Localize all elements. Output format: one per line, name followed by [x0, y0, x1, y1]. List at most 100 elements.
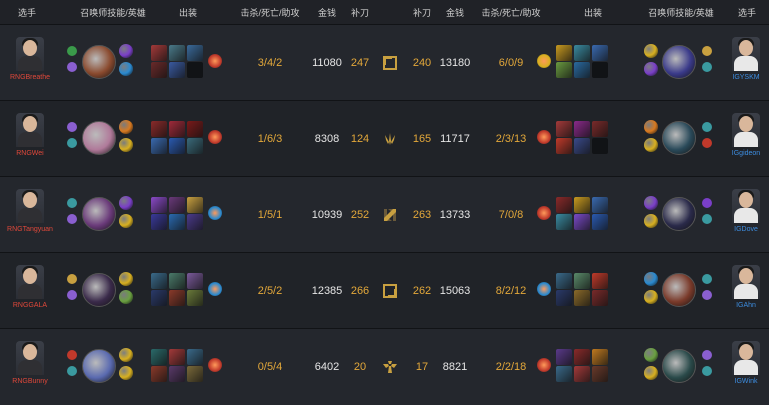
item-slot-5-icon[interactable] [574, 290, 590, 306]
item-slot-6-icon[interactable] [592, 62, 608, 78]
item-slot-5-icon[interactable] [169, 138, 185, 154]
item-slot-2-icon[interactable] [169, 197, 185, 213]
trinket-icon[interactable] [537, 54, 551, 68]
item-slot-3-icon[interactable] [187, 349, 203, 365]
item-slot-3-icon[interactable] [187, 45, 203, 61]
item-slot-4-icon[interactable] [556, 62, 572, 78]
summoner-spell-f-icon[interactable] [119, 214, 133, 228]
item-slot-2-icon[interactable] [169, 273, 185, 289]
champion-portrait-icon[interactable] [662, 45, 696, 79]
item-slot-2-icon[interactable] [574, 197, 590, 213]
item-slot-4-icon[interactable] [151, 290, 167, 306]
summoner-spell-d-icon[interactable] [644, 120, 658, 134]
summoner-spell-f-icon[interactable] [644, 62, 658, 76]
item-slot-3-icon[interactable] [187, 121, 203, 137]
champion-portrait-icon[interactable] [82, 273, 116, 307]
right-player[interactable]: IGAhn [716, 265, 769, 309]
champion-portrait-icon[interactable] [82, 349, 116, 383]
trinket-icon[interactable] [208, 54, 222, 68]
item-slot-5-icon[interactable] [169, 290, 185, 306]
summoner-spell-d-icon[interactable] [119, 272, 133, 286]
item-slot-5-icon[interactable] [169, 62, 185, 78]
item-slot-1-icon[interactable] [556, 273, 572, 289]
item-slot-3-icon[interactable] [592, 273, 608, 289]
item-slot-4-icon[interactable] [556, 138, 572, 154]
summoner-spell-f-icon[interactable] [119, 62, 133, 76]
item-slot-1-icon[interactable] [151, 45, 167, 61]
item-slot-3-icon[interactable] [592, 45, 608, 61]
item-slot-4-icon[interactable] [556, 290, 572, 306]
left-player[interactable]: RNGTangyuan [0, 189, 60, 233]
summoner-spell-f-icon[interactable] [644, 214, 658, 228]
left-player[interactable]: RNGWei [0, 113, 60, 157]
champion-portrait-icon[interactable] [662, 197, 696, 231]
summoner-spell-f-icon[interactable] [644, 138, 658, 152]
item-slot-2-icon[interactable] [169, 45, 185, 61]
champion-portrait-icon[interactable] [82, 121, 116, 155]
trinket-icon[interactable] [537, 130, 551, 144]
summoner-spell-f-icon[interactable] [644, 366, 658, 380]
summoner-spell-f-icon[interactable] [119, 290, 133, 304]
item-slot-5-icon[interactable] [574, 62, 590, 78]
summoner-spell-d-icon[interactable] [119, 196, 133, 210]
right-player[interactable]: IGWink [716, 341, 769, 385]
summoner-spell-d-icon[interactable] [644, 272, 658, 286]
item-slot-1-icon[interactable] [151, 121, 167, 137]
item-slot-6-icon[interactable] [592, 290, 608, 306]
summoner-spell-d-icon[interactable] [119, 348, 133, 362]
champion-portrait-icon[interactable] [662, 121, 696, 155]
trinket-icon[interactable] [208, 358, 222, 372]
right-player[interactable]: IGYSKM [716, 37, 769, 81]
champion-portrait-icon[interactable] [82, 45, 116, 79]
trinket-icon[interactable] [537, 282, 551, 296]
summoner-spell-f-icon[interactable] [119, 366, 133, 380]
summoner-spell-d-icon[interactable] [119, 44, 133, 58]
left-player[interactable]: RNGBunny [0, 341, 60, 385]
summoner-spell-f-icon[interactable] [119, 138, 133, 152]
summoner-spell-d-icon[interactable] [644, 196, 658, 210]
item-slot-4-icon[interactable] [151, 214, 167, 230]
item-slot-6-icon[interactable] [187, 290, 203, 306]
item-slot-6-icon[interactable] [187, 366, 203, 382]
item-slot-6-icon[interactable] [187, 138, 203, 154]
right-player[interactable]: IGgideon [716, 113, 769, 157]
item-slot-4-icon[interactable] [151, 366, 167, 382]
item-slot-2-icon[interactable] [169, 121, 185, 137]
item-slot-4-icon[interactable] [556, 366, 572, 382]
item-slot-5-icon[interactable] [169, 214, 185, 230]
item-slot-1-icon[interactable] [556, 197, 572, 213]
trinket-icon[interactable] [537, 206, 551, 220]
item-slot-1-icon[interactable] [151, 273, 167, 289]
trinket-icon[interactable] [208, 206, 222, 220]
item-slot-3-icon[interactable] [187, 197, 203, 213]
item-slot-2-icon[interactable] [574, 273, 590, 289]
item-slot-6-icon[interactable] [592, 366, 608, 382]
item-slot-1-icon[interactable] [556, 349, 572, 365]
champion-portrait-icon[interactable] [662, 349, 696, 383]
item-slot-4-icon[interactable] [151, 62, 167, 78]
item-slot-3-icon[interactable] [592, 121, 608, 137]
item-slot-6-icon[interactable] [592, 214, 608, 230]
summoner-spell-d-icon[interactable] [119, 120, 133, 134]
item-slot-6-icon[interactable] [592, 138, 608, 154]
item-slot-1-icon[interactable] [556, 45, 572, 61]
item-slot-2-icon[interactable] [169, 349, 185, 365]
trinket-icon[interactable] [208, 130, 222, 144]
item-slot-3-icon[interactable] [592, 197, 608, 213]
champion-portrait-icon[interactable] [82, 197, 116, 231]
summoner-spell-d-icon[interactable] [644, 348, 658, 362]
item-slot-3-icon[interactable] [592, 349, 608, 365]
item-slot-5-icon[interactable] [574, 138, 590, 154]
trinket-icon[interactable] [208, 282, 222, 296]
champion-portrait-icon[interactable] [662, 273, 696, 307]
summoner-spell-f-icon[interactable] [644, 290, 658, 304]
item-slot-5-icon[interactable] [574, 214, 590, 230]
item-slot-1-icon[interactable] [556, 121, 572, 137]
item-slot-1-icon[interactable] [151, 197, 167, 213]
item-slot-4-icon[interactable] [151, 138, 167, 154]
item-slot-2-icon[interactable] [574, 121, 590, 137]
trinket-icon[interactable] [537, 358, 551, 372]
left-player[interactable]: RNGGALA [0, 265, 60, 309]
item-slot-2-icon[interactable] [574, 349, 590, 365]
right-player[interactable]: IGDove [716, 189, 769, 233]
